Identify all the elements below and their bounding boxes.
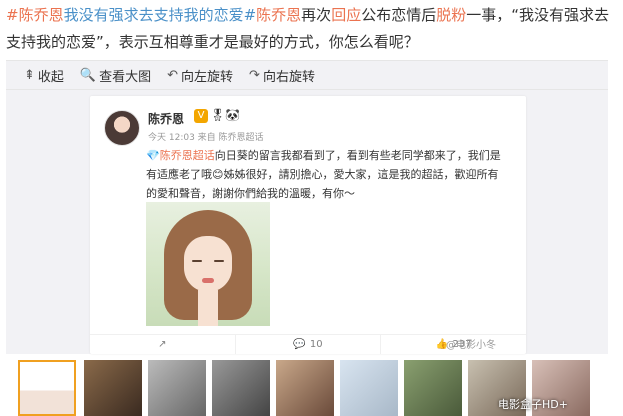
verified-icon: V (194, 109, 208, 123)
thumbnail[interactable] (18, 360, 76, 416)
face (184, 236, 232, 292)
share-icon: ↗ (158, 339, 167, 350)
search-icon: 🔍 (79, 67, 97, 83)
supertopic-link[interactable]: 陈乔恩超话 (160, 149, 215, 162)
keyword-link-2[interactable]: 脱粉 (436, 6, 466, 24)
eye (192, 260, 202, 262)
avatar[interactable] (104, 110, 140, 146)
post-body: 💎陈乔恩超话向日葵的留言我都看到了，看到有些老同学都来了，我们是有适應老了哦😊姊… (146, 146, 506, 203)
comment-icon: 💬 (293, 339, 306, 350)
eye (214, 260, 224, 262)
rotate-left-icon: ↶ (167, 67, 179, 83)
rotate-left-button[interactable]: ↶ 向左旋转 (167, 66, 233, 85)
weibo-card: 陈乔恩 V 🎖🐼 今天 12:03 来自 陈乔恩超话 💎陈乔恩超话向日葵的留言我… (90, 96, 526, 354)
watermark: @电影小冬 (446, 340, 496, 351)
view-large-button[interactable]: 🔍 查看大图 (80, 66, 151, 85)
keyword-link[interactable]: 回应 (331, 6, 361, 24)
text: 再次 (301, 6, 332, 24)
topic-link-3[interactable]: 陈乔恩 (256, 6, 301, 24)
post-image[interactable] (146, 202, 270, 326)
collapse-icon: ⇞ (24, 67, 35, 83)
thumbnail[interactable] (84, 360, 142, 416)
share-button[interactable]: ↗ (90, 335, 236, 354)
lips (202, 278, 214, 283)
channel-watermark: 电影盒子HD+ (498, 398, 568, 411)
thumbnail[interactable] (340, 360, 398, 416)
thumbnail[interactable] (404, 360, 462, 416)
image-viewer: 陈乔恩 V 🎖🐼 今天 12:03 来自 陈乔恩超话 💎陈乔恩超话向日葵的留言我… (6, 90, 608, 354)
post-meta: 今天 12:03 来自 陈乔恩超话 (148, 133, 264, 143)
supertopic-icon: 💎 (146, 149, 160, 162)
topic-link[interactable]: #陈乔恩 (6, 6, 64, 24)
thumbnail[interactable] (212, 360, 270, 416)
image-toolbar: ⇞ 收起 🔍 查看大图 ↶ 向左旋转 ↷ 向右旋转 (6, 60, 608, 90)
rotate-right-icon: ↷ (249, 67, 260, 83)
collapse-button[interactable]: ⇞ 收起 (24, 66, 64, 85)
rotate-right-button[interactable]: ↷ 向右旋转 (249, 66, 315, 85)
badge-icons: 🎖🐼 (210, 108, 241, 122)
topic-link-2[interactable]: 我没有强求去支持我的恋爱# (64, 6, 257, 24)
neck (198, 290, 218, 326)
post-text: #陈乔恩我没有强求去支持我的恋爱#陈乔恩再次回应公布恋情后脱粉一事，“我没有强求… (6, 2, 616, 56)
thumbnail[interactable] (276, 360, 334, 416)
comment-button[interactable]: 💬 10 (236, 335, 382, 354)
thumbnail[interactable] (148, 360, 206, 416)
text: 公布恋情后 (361, 6, 437, 24)
username[interactable]: 陈乔恩 (148, 110, 184, 127)
